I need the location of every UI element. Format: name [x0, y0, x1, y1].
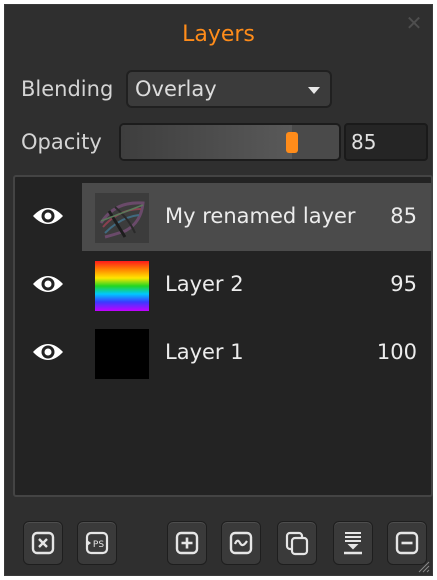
layer-opacity: 85 [390, 204, 417, 228]
panel-title: Layers [182, 22, 255, 47]
opacity-slider-fill [121, 125, 292, 159]
export-psd-button[interactable]: PS [77, 521, 117, 565]
duplicate-layer-button[interactable] [277, 521, 317, 565]
opacity-slider[interactable] [119, 123, 341, 161]
close-icon[interactable]: ✕ [404, 13, 424, 33]
layer-list: My renamed layer 85 Layer 2 95 Layer 1 1… [13, 175, 433, 497]
adjust-layer-button[interactable] [221, 521, 261, 565]
opacity-label: Opacity [21, 130, 102, 154]
layer-thumbnail-rainbow [95, 261, 149, 311]
opacity-slider-handle[interactable] [285, 132, 298, 153]
blending-mode-select[interactable]: Overlay [126, 70, 332, 108]
clear-layer-icon [31, 531, 55, 555]
layer-thumbnail-black [95, 329, 149, 379]
layer-name: Layer 1 [165, 340, 244, 364]
export-psd-icon: PS [85, 531, 109, 555]
delete-layer-icon [395, 531, 419, 555]
layer-opacity: 100 [376, 340, 417, 364]
opacity-value-field[interactable]: 85 [344, 123, 428, 161]
layer-name: Layer 2 [165, 272, 244, 296]
eye-icon[interactable] [31, 204, 65, 228]
duplicate-layer-icon [285, 531, 309, 556]
clear-layer-button[interactable] [23, 521, 63, 565]
add-layer-button[interactable] [167, 521, 207, 565]
layers-panel: Layers ✕ Blending Overlay Opacity 85 My … [4, 4, 433, 576]
eye-icon[interactable] [31, 340, 65, 364]
export-psd-text: PS [93, 540, 104, 550]
wave-icon [229, 531, 253, 555]
merge-down-button[interactable] [333, 521, 373, 565]
blending-mode-value: Overlay [135, 77, 217, 101]
chevron-down-icon [308, 87, 320, 94]
layer-opacity: 95 [390, 272, 417, 296]
eye-icon[interactable] [31, 272, 65, 296]
add-layer-icon [175, 531, 199, 555]
merge-down-icon [344, 532, 362, 555]
resize-grip-icon[interactable] [416, 559, 430, 573]
layer-row[interactable]: Layer 1 100 [15, 319, 431, 387]
layer-name: My renamed layer [165, 204, 356, 228]
layer-row[interactable]: My renamed layer 85 [15, 183, 431, 251]
layer-toolbar: PS [5, 513, 432, 569]
blending-label: Blending [21, 77, 114, 101]
layer-thumbnail-sketch [95, 193, 149, 243]
layer-row[interactable]: Layer 2 95 [15, 251, 431, 319]
